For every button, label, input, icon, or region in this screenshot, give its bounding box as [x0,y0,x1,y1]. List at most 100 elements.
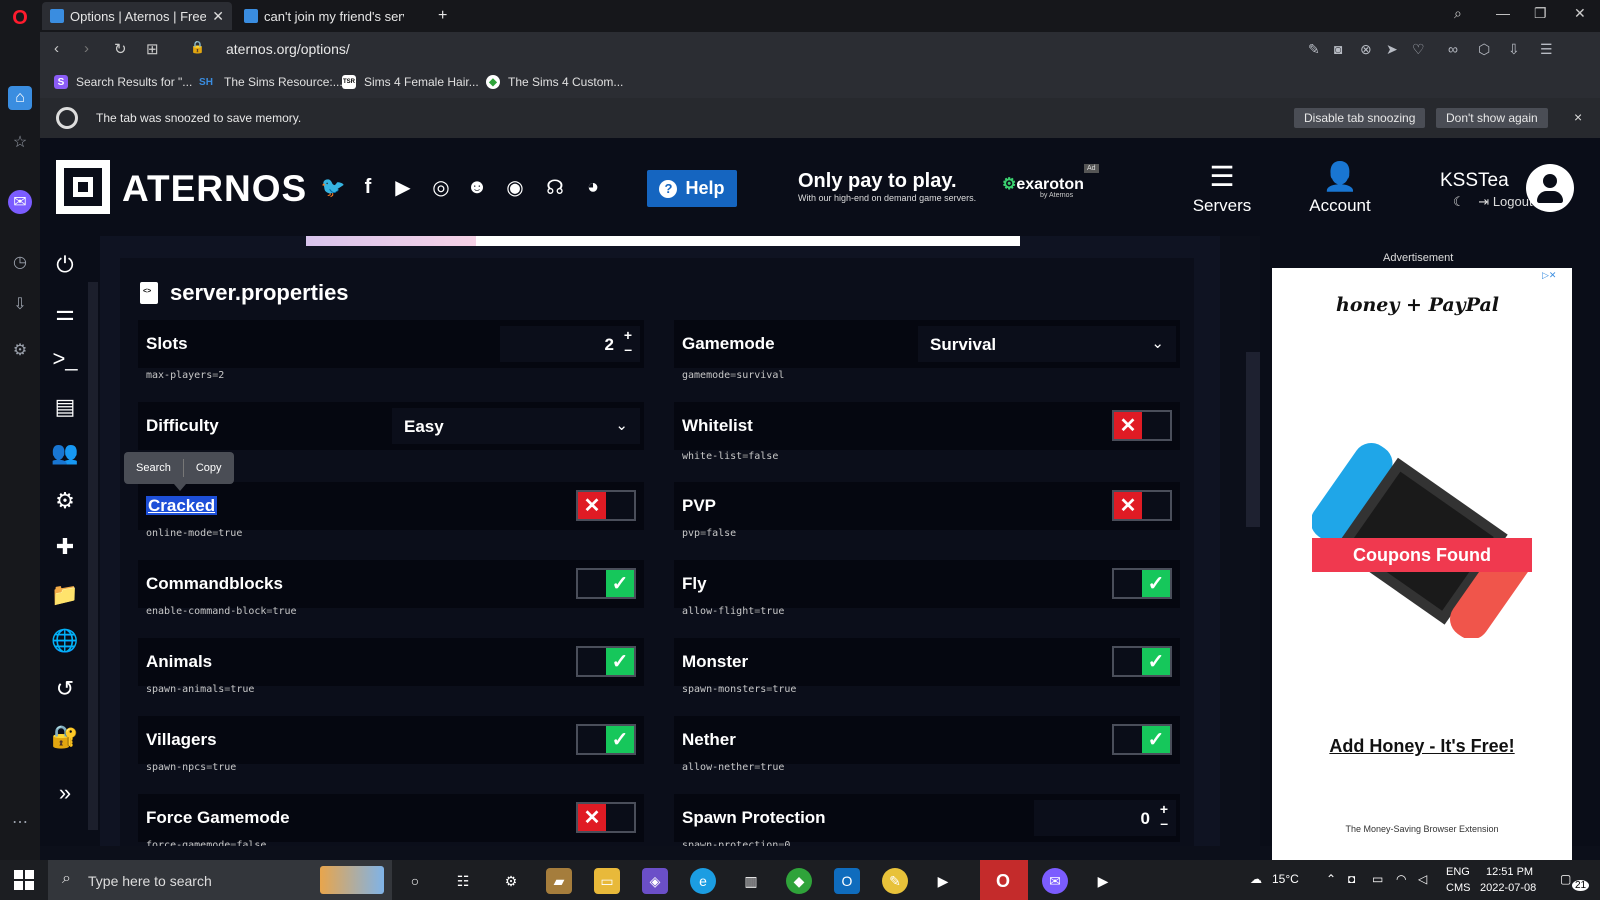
console-icon[interactable]: >_ [50,344,80,374]
decrement-icon[interactable]: – [1160,815,1168,831]
logout-link[interactable]: ☾ ⇥ Logout [1453,194,1533,210]
fly-toggle[interactable]: ✓ [1112,568,1172,599]
maximize-icon[interactable]: ❐ [1534,5,1547,22]
weather-temp[interactable]: 15°C [1272,872,1299,886]
plugins-puzzle-icon[interactable]: ✚ [50,532,80,562]
header-ad-headline[interactable]: Only pay to play. [798,170,957,193]
github-icon[interactable]: ◕ [580,174,606,200]
bookmark-sims-hair[interactable]: TSR Sims 4 Female Hair... [342,75,479,89]
help-button[interactable]: ? Help [647,170,737,207]
close-window-icon[interactable]: ✕ [1574,5,1586,22]
new-tab-button[interactable]: + [430,2,455,30]
bookmarks-star-icon[interactable]: ☆ [8,130,32,154]
commandblocks-toggle[interactable]: ✓ [576,568,636,599]
menu-icon[interactable]: ☰ [1540,41,1553,58]
sims-plumbob-icon[interactable]: ◆ [786,868,812,894]
options-sliders-icon[interactable]: ⚌ [50,298,80,328]
speed-dial-icon[interactable]: ⊞ [146,40,159,58]
camera-icon[interactable]: ◙ [1334,41,1342,57]
power-icon[interactable]: ⏻ [50,250,80,280]
language-secondary[interactable]: CMS [1446,882,1470,894]
honey-advertisement[interactable]: ▷✕ honey + PayPal Coupons Found Add Hone… [1272,268,1572,860]
language-primary[interactable]: ENG [1446,866,1470,878]
avatar[interactable] [1526,164,1574,212]
settings-gear-icon[interactable]: ⚙ [8,338,32,362]
cracked-toggle[interactable]: ✕ [576,490,636,521]
outlook-icon[interactable]: O [834,868,860,894]
account-nav[interactable]: 👤 Account [1302,160,1378,216]
edit-icon[interactable]: ✎ [1308,41,1320,58]
decrement-icon[interactable]: – [624,341,632,357]
downloads-icon[interactable]: ⇩ [8,292,32,316]
back-icon[interactable]: ‹ [54,40,59,57]
home-icon[interactable]: ⌂ [8,86,32,110]
close-snooze-icon[interactable]: × [1574,109,1582,125]
files-folder-icon[interactable]: 📁 [50,580,80,610]
app-yellow-icon[interactable]: ✎ [882,868,908,894]
villagers-toggle[interactable]: ✓ [576,724,636,755]
block-ads-icon[interactable]: ⊗ [1360,41,1372,58]
aternos-logo-text[interactable]: ATERNOS [122,168,307,210]
instagram-icon[interactable]: ◎ [428,174,454,200]
monster-toggle[interactable]: ✓ [1112,646,1172,677]
support-headset-icon[interactable]: ☊ [542,174,568,200]
dont-show-again-button[interactable]: Don't show again [1436,108,1548,128]
extensions-cube-icon[interactable]: ⬡ [1478,41,1490,58]
top-ad-banner[interactable] [306,236,1020,246]
force-gamemode-toggle[interactable]: ✕ [576,802,636,833]
bookmark-sims-resource[interactable]: SH The Sims Resource:... [196,75,343,89]
players-icon[interactable]: 👥 [50,438,80,468]
worlds-globe-icon[interactable]: 🌐 [50,626,80,656]
reddit-icon[interactable]: ☻ [464,174,490,200]
discord-icon[interactable]: ◉ [502,174,528,200]
facebook-icon[interactable]: f [355,174,381,200]
reload-icon[interactable]: ↻ [114,40,127,58]
messenger-taskbar-icon[interactable]: ✉ [1042,868,1068,894]
aternos-logo-icon[interactable] [56,160,110,214]
gamemode-select[interactable]: Survival ⌄ [918,326,1176,362]
tray-chevron-up-icon[interactable]: ⌃ [1326,872,1336,886]
servers-nav[interactable]: ☰ Servers [1186,160,1258,216]
weather-icon[interactable]: ☁ [1250,872,1262,886]
twitter-icon[interactable]: 🐦 [320,174,346,200]
nether-toggle[interactable]: ✓ [1112,724,1172,755]
tab-cant-join[interactable]: can't join my friend's serve [236,2,426,30]
exaroton-logo[interactable]: ⚙exaroton [1002,174,1084,194]
bookmark-search-results[interactable]: S Search Results for "... [54,75,192,89]
minimize-icon[interactable]: — [1496,5,1510,21]
bookmark-sims-custom[interactable]: ◆ The Sims 4 Custom... [486,75,623,89]
wifi-icon[interactable]: ◠ [1396,872,1406,886]
app-piano-icon[interactable]: ▥ [738,868,764,894]
close-tab-icon[interactable]: ✕ [212,8,224,25]
nav-scrollbar[interactable] [88,282,98,830]
opera-taskbar-active[interactable]: O [980,860,1028,900]
notification-center-icon[interactable]: ▢ [1560,872,1571,886]
widgets-icon[interactable]: ☷ [450,868,476,894]
app-terminal-icon[interactable]: ▶ [930,868,956,894]
access-user-lock-icon[interactable]: 🔐 [50,722,80,752]
backups-history-icon[interactable]: ↺ [50,674,80,704]
edge-icon[interactable]: e [690,868,716,894]
more-dots-icon[interactable]: ⋯ [8,810,32,834]
app-colorful-icon[interactable]: ◈ [642,868,668,894]
download-icon[interactable]: ⇩ [1508,41,1520,58]
disable-tab-snoozing-button[interactable]: Disable tab snoozing [1294,108,1426,128]
heart-icon[interactable]: ♡ [1412,41,1425,58]
windows-start-icon[interactable] [14,870,34,890]
file-explorer-icon[interactable]: ▭ [594,868,620,894]
battery-icon[interactable]: ▭ [1372,872,1383,886]
whitelist-toggle[interactable]: ✕ [1112,410,1172,441]
context-search-button[interactable]: Search [124,462,183,474]
slots-stepper[interactable]: 2 + – [500,326,640,362]
ad-choices-close-icon[interactable]: ▷✕ [1542,270,1556,281]
taskbar-search[interactable]: ⌕ Type here to search [48,860,392,900]
volume-icon[interactable]: ◁ [1418,872,1427,886]
pvp-toggle[interactable]: ✕ [1112,490,1172,521]
clock-time[interactable]: 12:51 PM [1486,866,1533,878]
add-honey-link[interactable]: Add Honey - It's Free! [1272,736,1572,757]
vpn-glasses-icon[interactable]: ∞ [1448,41,1458,57]
send-icon[interactable]: ➤ [1386,41,1398,58]
search-tabs-icon[interactable]: ⌕ [1454,5,1462,22]
content-scrollbar[interactable] [1246,352,1260,527]
tray-camera-icon[interactable]: ◘ [1348,872,1355,886]
